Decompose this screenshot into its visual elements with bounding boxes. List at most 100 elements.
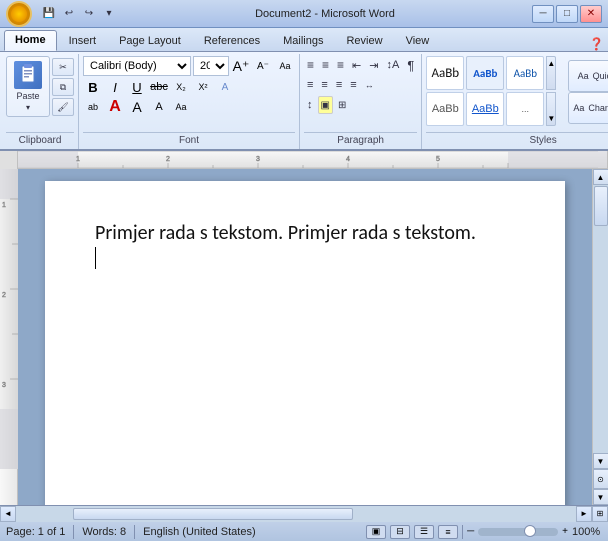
style-heading2[interactable]: AaBb (506, 56, 544, 90)
bold-button[interactable]: B (83, 78, 103, 96)
sort-button[interactable]: ↕A (383, 56, 402, 74)
scroll-down-button[interactable]: ▼ (593, 453, 608, 469)
scroll-right-button[interactable]: ► (576, 506, 592, 522)
save-quick-button[interactable]: 💾 (40, 5, 58, 23)
scroll-thumb[interactable] (594, 186, 608, 226)
styles-label: Styles (426, 132, 608, 149)
document-text: Primjer rada s tekstom. Primjer rada s t… (95, 221, 476, 245)
status-left: Page: 1 of 1 Words: 8 English (United St… (6, 525, 256, 539)
list-row: ≡ ≡ ≡ ⇤ ⇥ ↕A ¶ (304, 56, 417, 74)
office-button[interactable] (6, 1, 32, 27)
change-styles-button[interactable]: Aa Change Styles ▾ (568, 92, 608, 124)
text-effects-button[interactable]: A (215, 78, 235, 96)
scroll-track[interactable] (593, 185, 608, 453)
styles-content: AaBb AaBb AaBb ▲ AaBb AaBb ... ▼ Aa Quic… (426, 56, 608, 130)
font-name-select[interactable]: Calibri (Body) (83, 56, 191, 76)
styles-group: AaBb AaBb AaBb ▲ AaBb AaBb ... ▼ Aa Quic… (422, 54, 608, 149)
tab-home[interactable]: Home (4, 30, 57, 51)
next-page-button[interactable]: ▼ (593, 489, 608, 505)
line-spacing-button[interactable]: ↕ (304, 96, 316, 114)
shading-button[interactable]: ▣ (318, 96, 333, 114)
style-more[interactable]: ... (506, 92, 544, 126)
highlight-button[interactable]: ab (83, 98, 103, 116)
customize-quick-button[interactable]: ▾ (100, 5, 118, 23)
justify-button[interactable]: ≡ (347, 76, 359, 94)
change-styles-icon: Aa (573, 103, 584, 113)
font-size-down-button[interactable]: A (149, 98, 169, 116)
view-web-button[interactable]: ⊟ (390, 525, 410, 539)
font-group: Calibri (Body) 20 A⁺ A⁻ Aa B I U abc X₂ … (79, 54, 300, 149)
styles-scroll-down[interactable]: ▼ (546, 92, 556, 126)
quick-styles-label: Quick Styles (593, 71, 608, 81)
font-color-button[interactable]: A (105, 98, 125, 116)
grow-font-button[interactable]: A⁺ (231, 57, 251, 75)
svg-text:3: 3 (256, 156, 260, 163)
status-sep-2 (134, 525, 135, 539)
style-normal[interactable]: AaBb (426, 56, 464, 90)
tab-page-layout[interactable]: Page Layout (108, 31, 192, 51)
select-browse-button[interactable]: ⊙ (593, 469, 608, 489)
borders-button[interactable]: ⊞ (335, 96, 349, 114)
superscript-button[interactable]: X² (193, 78, 213, 96)
maximize-button[interactable]: □ (556, 5, 578, 23)
copy-button[interactable]: ⧉ (52, 78, 74, 96)
tab-mailings[interactable]: Mailings (272, 31, 334, 51)
svg-text:3: 3 (2, 382, 6, 389)
font-size-select[interactable]: 20 (193, 56, 229, 76)
align-left-button[interactable]: ≡ (304, 76, 316, 94)
strikethrough-button[interactable]: abc (149, 78, 169, 96)
increase-indent-button[interactable]: ⇥ (366, 56, 381, 74)
zoom-out-button[interactable]: ─ (467, 526, 474, 537)
window-title: Document2 - Microsoft Word (118, 8, 532, 20)
shrink-font-button[interactable]: A⁻ (253, 57, 273, 75)
ribbon-right: ❓ (589, 37, 608, 51)
view-draft-button[interactable]: ≡ (438, 525, 458, 539)
multilevel-list-button[interactable]: ≡ (334, 56, 347, 74)
change-case-button[interactable]: Aa (171, 98, 191, 116)
style-emphasis[interactable]: AaBb (466, 92, 504, 126)
h-scroll-track[interactable] (16, 506, 576, 522)
tab-insert[interactable]: Insert (58, 31, 108, 51)
style-no-spacing[interactable]: AaBb (426, 92, 464, 126)
status-bar: Page: 1 of 1 Words: 8 English (United St… (0, 521, 608, 541)
style-heading1[interactable]: AaBb (466, 56, 504, 90)
align-right-button[interactable]: ≡ (333, 76, 345, 94)
scroll-up-button[interactable]: ▲ (593, 169, 608, 185)
scroll-left-button[interactable]: ◄ (0, 506, 16, 522)
decrease-indent-button[interactable]: ⇤ (349, 56, 364, 74)
underline-button[interactable]: U (127, 78, 147, 96)
view-outline-button[interactable]: ☰ (414, 525, 434, 539)
help-icon[interactable]: ❓ (589, 37, 604, 51)
view-normal-button[interactable]: ▣ (366, 525, 386, 539)
left-ruler: 1 2 3 (0, 169, 18, 505)
h-scroll-thumb[interactable] (73, 508, 353, 520)
quick-styles-button[interactable]: Aa Quick Styles ▾ (568, 60, 608, 92)
vertical-scrollbar[interactable]: ▲ ▼ ⊙ ▼ (592, 169, 608, 505)
italic-button[interactable]: I (105, 78, 125, 96)
zoom-slider[interactable] (478, 528, 558, 536)
styles-scroll-up[interactable]: ▲ (546, 56, 556, 90)
clipboard-group: Paste ▾ ✂ ⧉ 🖌 Clipboard (2, 54, 79, 149)
paste-button[interactable]: Paste ▾ (6, 56, 50, 117)
numbered-list-button[interactable]: ≡ (319, 56, 332, 74)
close-button[interactable]: ✕ (580, 5, 602, 23)
subscript-button[interactable]: X₂ (171, 78, 191, 96)
view-options-button[interactable]: ⊞ (592, 506, 608, 522)
minimize-button[interactable]: ─ (532, 5, 554, 23)
undo-quick-button[interactable]: ↩ (60, 5, 78, 23)
cut-button[interactable]: ✂ (52, 58, 74, 76)
clipboard-small-buttons: ✂ ⧉ 🖌 (52, 56, 74, 116)
align-center-button[interactable]: ≡ (318, 76, 330, 94)
redo-quick-button[interactable]: ↪ (80, 5, 98, 23)
clear-format-button[interactable]: Aa (275, 57, 295, 75)
show-hide-button[interactable]: ¶ (404, 56, 417, 74)
zoom-in-button[interactable]: + (562, 526, 568, 537)
text-direction-button[interactable]: ↔ (362, 76, 377, 94)
tab-review[interactable]: Review (335, 31, 393, 51)
tab-view[interactable]: View (395, 31, 441, 51)
tab-references[interactable]: References (193, 31, 271, 51)
format-painter-button[interactable]: 🖌 (52, 98, 74, 116)
font-size-up-button[interactable]: A (127, 98, 147, 116)
document-page[interactable]: Primjer rada s tekstom. Primjer rada s t… (45, 181, 565, 505)
bullet-list-button[interactable]: ≡ (304, 56, 317, 74)
